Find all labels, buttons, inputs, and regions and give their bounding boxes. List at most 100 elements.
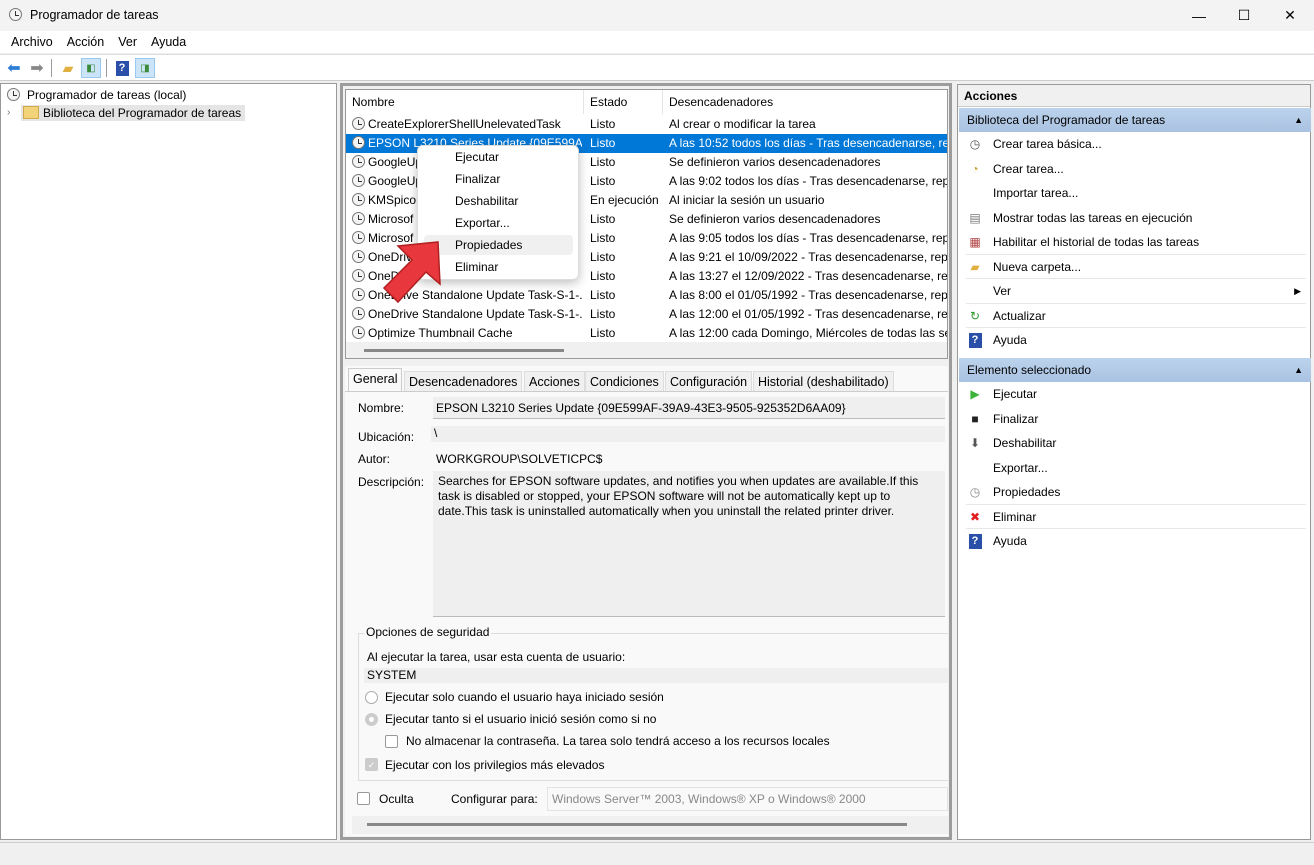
- close-button[interactable]: ✕: [1267, 0, 1313, 31]
- action-ayuda[interactable]: ? Ayuda: [959, 529, 1309, 553]
- task-trigger: Al iniciar la sesión un usuario: [669, 193, 825, 207]
- back-icon[interactable]: ⬅: [4, 58, 24, 78]
- context-item-deshabilitar[interactable]: Deshabilitar: [424, 191, 573, 211]
- task-name: KMSpico: [368, 193, 417, 207]
- action-propiedades[interactable]: ◷ Propiedades: [959, 480, 1309, 504]
- minimize-button[interactable]: —: [1176, 0, 1222, 31]
- hidden-label: Oculta: [379, 792, 414, 806]
- tab-desencadenadores[interactable]: Desencadenadores: [404, 371, 523, 391]
- toolbar: ⬅ ➡ ▰ ◧ ? ◨: [0, 54, 1314, 81]
- highest-privileges-checkbox[interactable]: ✓: [365, 758, 378, 771]
- action-actualizar[interactable]: ↻ Actualizar: [959, 304, 1309, 328]
- blank-icon: [967, 460, 983, 476]
- hidden-checkbox[interactable]: [357, 792, 370, 805]
- author-label: Autor:: [358, 452, 391, 466]
- tab-condiciones[interactable]: Condiciones: [585, 371, 664, 391]
- column-header-nombre[interactable]: Nombre: [346, 90, 584, 114]
- forward-icon[interactable]: ➡: [27, 58, 47, 78]
- action-crear-tarea[interactable]: ◔ Crear tarea...: [959, 157, 1309, 181]
- description-field[interactable]: Searches for EPSON software updates, and…: [433, 471, 945, 617]
- show-hide-action-pane-icon[interactable]: ◨: [135, 58, 155, 78]
- description-label: Descripción:: [358, 475, 425, 489]
- create-basic-task-icon: ◷: [969, 137, 981, 151]
- menu-accion[interactable]: Acción: [60, 35, 112, 49]
- radio-only-logged-on[interactable]: [365, 691, 378, 704]
- radio-logged-on-or-not[interactable]: [365, 713, 378, 726]
- configure-for-select[interactable]: Windows Server™ 2003, Windows® XP o Wind…: [547, 787, 948, 811]
- action-label: Importar tarea...: [993, 186, 1079, 200]
- show-hide-console-tree-icon[interactable]: ◧: [81, 58, 101, 78]
- menu-archivo[interactable]: Archivo: [4, 35, 60, 49]
- task-status: Listo: [590, 155, 616, 169]
- title-bar: Programador de tareas — ☐ ✕: [0, 0, 1314, 31]
- action-ayuda[interactable]: ? Ayuda: [959, 328, 1309, 352]
- no-store-password-checkbox[interactable]: [385, 735, 398, 748]
- task-name: GoogleUp: [368, 174, 423, 188]
- details-scrollbar-thumb[interactable]: [367, 823, 907, 826]
- action-label: Exportar...: [993, 460, 1048, 475]
- action-label: Finalizar: [993, 411, 1039, 426]
- action-ver[interactable]: Ver ▶: [959, 279, 1309, 303]
- action-eliminar[interactable]: ✖ Eliminar: [959, 505, 1309, 529]
- tree-item-library[interactable]: › Biblioteca del Programador de tareas: [7, 103, 246, 122]
- blank-icon: [967, 185, 983, 201]
- section-header-library[interactable]: Biblioteca del Programador de tareas ▲: [959, 108, 1311, 132]
- task-clock-icon: [352, 288, 365, 301]
- chevron-right-icon[interactable]: ›: [7, 107, 17, 118]
- tab-general[interactable]: General: [348, 368, 403, 391]
- task-status: Listo: [590, 136, 616, 150]
- disable-icon: ⬇: [969, 436, 981, 450]
- location-field[interactable]: \: [431, 426, 945, 442]
- up-folder-icon[interactable]: ▰: [58, 58, 78, 78]
- task-name: OneDrive Standalone Update Task-S-1-...: [368, 307, 582, 321]
- menu-ver[interactable]: Ver: [111, 35, 144, 49]
- name-field[interactable]: EPSON L3210 Series Update {09E599AF-39A9…: [433, 397, 945, 419]
- action-finalizar[interactable]: ■ Finalizar: [959, 407, 1309, 431]
- menu-ayuda[interactable]: Ayuda: [144, 35, 193, 49]
- context-item-exportar[interactable]: Exportar...: [424, 213, 573, 233]
- maximize-button[interactable]: ☐: [1221, 0, 1267, 31]
- menu-bar: Archivo Acción Ver Ayuda: [0, 31, 1314, 53]
- action-label: Crear tarea básica...: [993, 137, 1102, 151]
- task-clock-icon: [352, 231, 365, 244]
- column-header-desencadenadores[interactable]: Desencadenadores: [663, 90, 947, 114]
- task-clock-icon: [352, 269, 365, 282]
- task-trigger: A las 9:21 el 10/09/2022 - Tras desencad…: [669, 250, 948, 264]
- tab-configuracion[interactable]: Configuración: [665, 371, 753, 391]
- delete-icon: ✖: [969, 509, 981, 524]
- action-ejecutar[interactable]: ▶ Ejecutar: [959, 382, 1309, 406]
- toolbar-separator: [51, 59, 52, 77]
- tree-item-root[interactable]: Programador de tareas (local): [7, 85, 186, 104]
- console-tree: Programador de tareas (local) › Bibliote…: [0, 83, 337, 840]
- action-exportar[interactable]: Exportar...: [959, 456, 1309, 480]
- collapse-icon[interactable]: ▲: [1294, 358, 1303, 382]
- action-label: Nueva carpeta...: [993, 259, 1082, 274]
- action-mostrar-todas-las-tareas-en-ejecución[interactable]: ▤ Mostrar todas las tareas en ejecución: [959, 206, 1309, 230]
- action-label: Deshabilitar: [993, 436, 1057, 450]
- context-item-ejecutar[interactable]: Ejecutar: [424, 147, 573, 167]
- new-folder-icon: ▰: [970, 259, 980, 274]
- task-details-panel: General Desencadenadores Acciones Condic…: [345, 366, 948, 836]
- name-label: Nombre:: [358, 401, 405, 415]
- section-header-selected[interactable]: Elemento seleccionado ▲: [959, 358, 1311, 382]
- help-icon[interactable]: ?: [112, 58, 132, 78]
- task-row[interactable]: Optimize Thumbnail Cache Listo A las 12:…: [346, 324, 947, 343]
- action-crear-tarea-básica[interactable]: ◷ Crear tarea básica...: [959, 132, 1309, 156]
- task-row[interactable]: CreateExplorerShellUnelevatedTask Listo …: [346, 115, 947, 134]
- collapse-icon[interactable]: ▲: [1294, 108, 1303, 132]
- stop-icon: ■: [971, 411, 979, 426]
- action-importar-tarea[interactable]: Importar tarea...: [959, 181, 1309, 205]
- column-header-estado[interactable]: Estado: [584, 90, 663, 114]
- highest-privileges-label: Ejecutar con los privilegios más elevado…: [385, 758, 605, 772]
- tab-historial[interactable]: Historial (deshabilitado): [753, 371, 894, 391]
- task-status: Listo: [590, 307, 616, 321]
- horizontal-scrollbar-thumb[interactable]: [364, 349, 564, 352]
- action-nueva-carpeta[interactable]: ▰ Nueva carpeta...: [959, 255, 1309, 279]
- action-label: Ayuda: [993, 534, 1027, 548]
- action-deshabilitar[interactable]: ⬇ Deshabilitar: [959, 431, 1309, 455]
- task-trigger: A las 13:27 el 12/09/2022 - Tras desenca…: [669, 269, 948, 283]
- context-item-finalizar[interactable]: Finalizar: [424, 169, 573, 189]
- action-habilitar-el-historial-de-todas-las-tareas[interactable]: ▦ Habilitar el historial de todas las tar…: [959, 230, 1309, 254]
- tab-acciones[interactable]: Acciones: [524, 371, 585, 391]
- action-label: Ayuda: [993, 333, 1027, 347]
